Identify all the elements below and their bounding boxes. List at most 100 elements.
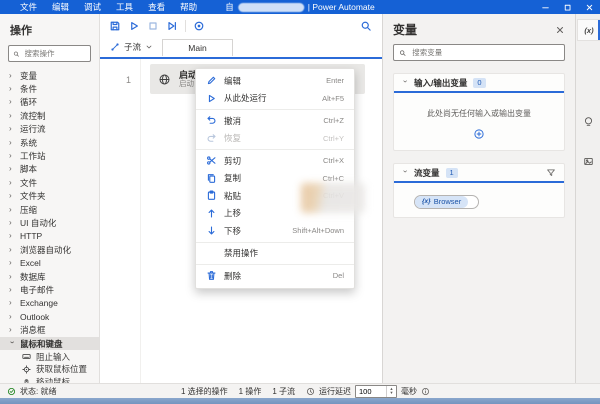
chevron-right-icon: › xyxy=(9,311,12,321)
sidebar-item-workstation[interactable]: › 工作站 xyxy=(0,149,99,162)
sidebar-item-variables[interactable]: › 变量 xyxy=(0,69,99,82)
right-rail: (x) xyxy=(575,14,600,383)
recorder-icon[interactable] xyxy=(193,20,205,32)
sidebar-item-excel[interactable]: › Excel xyxy=(0,256,99,269)
menu-divider xyxy=(196,109,354,110)
stop-icon[interactable] xyxy=(147,20,159,32)
menu-item-delete[interactable]: 删除 Del xyxy=(196,267,354,285)
sidebar-item-message-boxes[interactable]: › 消息框 xyxy=(0,323,99,336)
menu-item-label: 编辑 xyxy=(224,75,242,86)
menu-debug[interactable]: 调试 xyxy=(84,1,101,13)
io-variables-header[interactable]: › 输入/输出变量 0 xyxy=(394,74,564,93)
variables-x-icon: (x) xyxy=(584,25,594,35)
spinner-buttons[interactable]: ▲ ▼ xyxy=(386,385,396,397)
sidebar-item-http[interactable]: › HTTP xyxy=(0,230,99,243)
menu-view[interactable]: 查看 xyxy=(148,1,165,13)
menu-item-label: 撤消 xyxy=(224,115,242,126)
sidebar-item-folders[interactable]: › 文件夹 xyxy=(0,190,99,203)
subflows-dropdown[interactable]: 子流 xyxy=(110,41,153,53)
sidebar-item-compression[interactable]: › 压缩 xyxy=(0,203,99,216)
action-get-mouse-position[interactable]: 获取鼠标位置 xyxy=(0,363,99,376)
io-variables-label: 输入/输出变量 xyxy=(414,77,468,88)
sidebar-item-database[interactable]: › 数据库 xyxy=(0,270,99,283)
status-counts: 1 选择的操作 1 操作 1 子流 运行延迟 ▲▼ 毫秒 xyxy=(181,384,430,398)
sidebar-item-label: 流控制 xyxy=(20,110,46,121)
rail-ui-elements-tab[interactable] xyxy=(577,110,600,132)
sidebar-item-label: 浏览器自动化 xyxy=(20,244,72,255)
status-ready: 状态: 就绪 xyxy=(0,386,56,397)
sidebar-item-system[interactable]: › 系统 xyxy=(0,136,99,149)
menu-item-disable-action[interactable]: 禁用操作 xyxy=(196,245,354,263)
variables-search[interactable] xyxy=(393,44,565,61)
sidebar-item-label: 电子邮件 xyxy=(20,284,55,295)
actions-search[interactable] xyxy=(8,45,91,62)
menu-item-run-from-here[interactable]: 从此处运行 Alt+F5 xyxy=(196,90,354,108)
sidebar-item-label: Excel xyxy=(20,258,41,269)
chevron-right-icon: › xyxy=(9,110,12,120)
redacted-flow-name xyxy=(237,2,304,12)
io-variables-empty-text: 此处尚无任何输入或输出变量 xyxy=(427,109,531,118)
menu-divider xyxy=(196,241,354,243)
variable-chip-browser[interactable]: {x} Browser xyxy=(414,194,480,209)
run-delay-input[interactable] xyxy=(356,385,387,397)
tab-main[interactable]: Main xyxy=(162,39,233,56)
sidebar-item-label: HTTP xyxy=(20,231,43,242)
sidebar-item-run-flow[interactable]: › 运行流 xyxy=(0,123,99,136)
menu-item-label: 从此处运行 xyxy=(224,93,267,104)
menu-item-undo[interactable]: 撤消 Ctrl+Z xyxy=(196,112,354,130)
action-item-label: 阻止输入 xyxy=(36,351,71,362)
sidebar-item-flow-control[interactable]: › 流控制 xyxy=(0,109,99,122)
menu-item-edit[interactable]: 编辑 Enter xyxy=(196,72,354,90)
sidebar-item-exchange[interactable]: › Exchange xyxy=(0,297,99,310)
run-next-action-icon[interactable] xyxy=(166,20,178,32)
sidebar-item-loops[interactable]: › 循环 xyxy=(0,96,99,109)
menu-edit[interactable]: 编辑 xyxy=(52,1,69,13)
maximize-button[interactable] xyxy=(556,0,578,14)
io-variables-count-badge: 0 xyxy=(473,77,486,88)
chevron-right-icon: › xyxy=(9,124,12,134)
sidebar-item-files[interactable]: › 文件 xyxy=(0,176,99,189)
filter-icon[interactable] xyxy=(546,168,556,178)
close-button[interactable] xyxy=(578,0,600,14)
sidebar-item-ui-automation[interactable]: › UI 自动化 xyxy=(0,216,99,229)
sidebar-item-label: 压缩 xyxy=(20,204,38,215)
close-panel-icon[interactable] xyxy=(555,25,565,35)
sidebar-item-label: 运行流 xyxy=(20,124,46,135)
rail-variables-tab[interactable]: (x) xyxy=(577,19,600,41)
rail-images-tab[interactable] xyxy=(577,150,600,172)
chevron-down-icon: › xyxy=(401,79,410,83)
menu-tools[interactable]: 工具 xyxy=(116,1,133,13)
sidebar-item-browser-automation[interactable]: › 浏览器自动化 xyxy=(0,243,99,256)
sidebar-item-scripting[interactable]: › 脚本 xyxy=(0,163,99,176)
actions-search-input[interactable] xyxy=(22,48,86,59)
variable-type-icon: {x} xyxy=(422,198,431,205)
sidebar-item-outlook[interactable]: › Outlook xyxy=(0,310,99,323)
chevron-down-icon: › xyxy=(401,169,410,173)
add-io-variable-button[interactable] xyxy=(394,123,564,150)
chevron-down-icon: › xyxy=(8,340,17,344)
subflow-icon xyxy=(111,43,119,51)
ui-elements-icon xyxy=(584,116,593,126)
chevron-right-icon: › xyxy=(9,191,12,201)
variables-search-input[interactable] xyxy=(410,47,559,58)
variables-panel-title: 变量 xyxy=(393,23,418,37)
menu-help[interactable]: 帮助 xyxy=(180,1,197,13)
canvas-search-icon[interactable] xyxy=(360,20,372,32)
sidebar-item-mouse-and-keyboard[interactable]: › 鼠标和键盘 xyxy=(0,336,99,351)
menu-item-redo[interactable]: 恢复 Ctrl+Y xyxy=(196,130,354,148)
minimize-button[interactable] xyxy=(534,0,556,14)
menu-file[interactable]: 文件 xyxy=(20,1,37,13)
sidebar-item-email[interactable]: › 电子邮件 xyxy=(0,283,99,296)
action-block-input[interactable]: 阻止输入 xyxy=(0,350,99,363)
flow-name-prefix: 自 xyxy=(225,2,234,12)
menu-item-move-down[interactable]: 下移 Shift+Alt+Down xyxy=(196,222,354,240)
run-icon[interactable] xyxy=(128,20,140,32)
flow-variables-header[interactable]: › 流变量 1 xyxy=(394,164,564,183)
spinner-down-icon[interactable]: ▼ xyxy=(390,391,394,395)
sidebar-item-conditions[interactable]: › 条件 xyxy=(0,82,99,95)
save-icon[interactable] xyxy=(109,20,121,32)
arrow-up-icon xyxy=(208,209,215,218)
app-name: | Power Automate xyxy=(307,2,375,12)
menu-item-shortcut: Ctrl+C xyxy=(322,173,344,183)
menu-item-cut[interactable]: 剪切 Ctrl+X xyxy=(196,152,354,170)
